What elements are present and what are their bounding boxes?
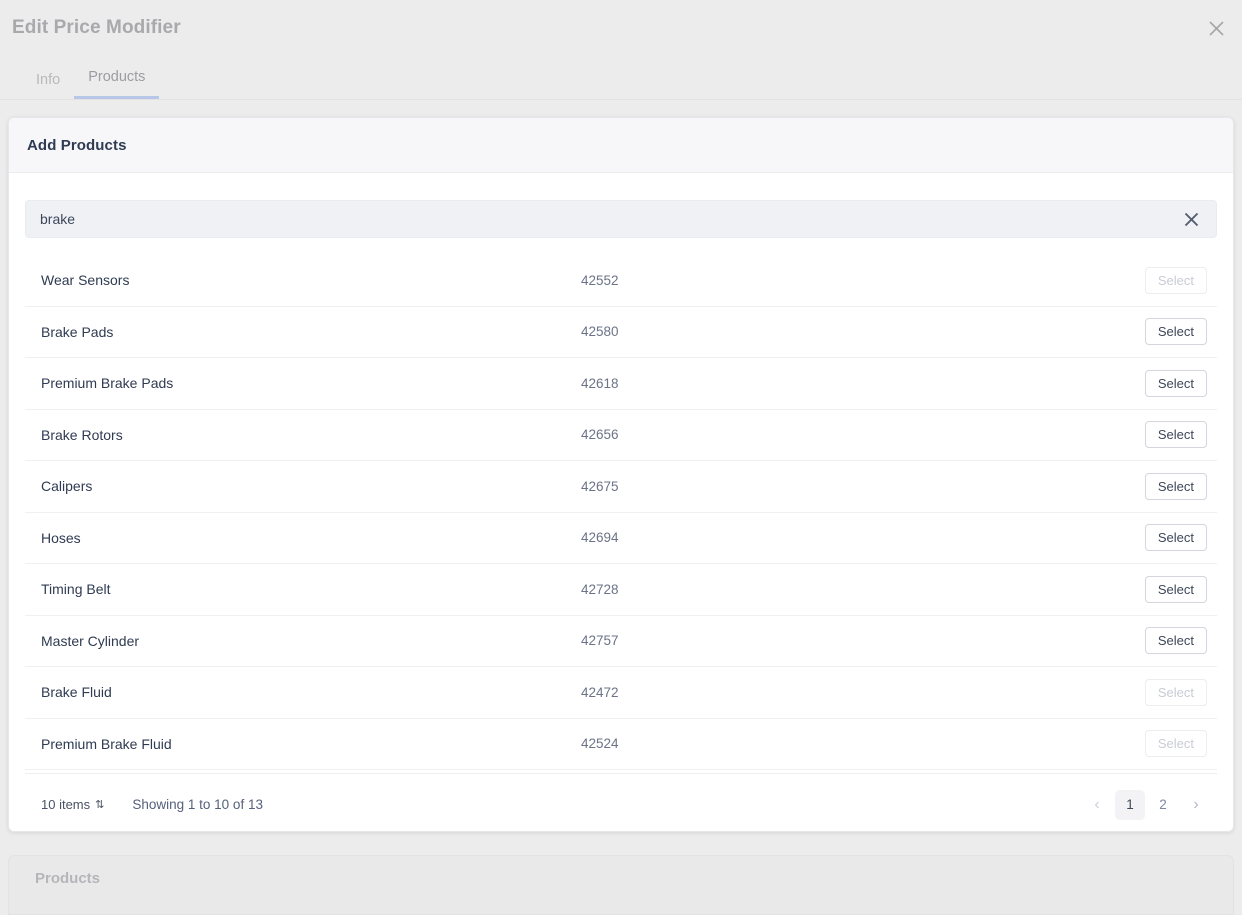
table-row: Premium Brake Fluid42524 Select — [25, 719, 1217, 771]
table-row: Timing Belt42728 Select — [25, 564, 1217, 616]
product-sku: 42552 — [581, 273, 821, 288]
product-action-cell: Select — [821, 730, 1217, 757]
modal-body: Wear Sensors42552 Select Brake Pads42580 Se… — [9, 200, 1233, 832]
products-panel: Products — [8, 855, 1234, 915]
product-sku: 42728 — [581, 582, 821, 597]
product-action-cell: Select — [821, 524, 1217, 551]
product-sku: 42618 — [581, 376, 821, 391]
product-name: Calipers — [25, 478, 581, 494]
product-name: Master Cylinder — [25, 633, 581, 649]
select-product-button: Select — [1145, 730, 1207, 757]
showing-range-text: Showing 1 to 10 of 13 — [132, 797, 263, 812]
pagination-page-1[interactable]: 1 — [1115, 790, 1145, 820]
add-products-modal: Add Products Wear Sensors42552SelectBrak… — [8, 117, 1234, 832]
tab-info[interactable]: Info — [22, 72, 74, 99]
clear-search-icon[interactable] — [1175, 200, 1207, 238]
product-action-cell: Select — [821, 421, 1217, 448]
product-name: Brake Fluid — [25, 684, 581, 700]
product-name: Timing Belt — [25, 581, 581, 597]
product-name: Premium Brake Pads — [25, 375, 581, 391]
search-field — [25, 200, 1217, 238]
product-action-cell: Select — [821, 267, 1217, 294]
select-product-button[interactable]: Select — [1145, 627, 1207, 654]
table-row: Brake Rotors42656 Select — [25, 410, 1217, 462]
table-row: Brake Pads42580 Select — [25, 307, 1217, 359]
product-action-cell: Select — [821, 576, 1217, 603]
product-name: Wear Sensors — [25, 272, 581, 288]
product-action-cell: Select — [821, 627, 1217, 654]
product-sku: 42580 — [581, 324, 821, 339]
table-row: Brake Fluid42472 Select — [25, 667, 1217, 719]
select-product-button: Select — [1145, 267, 1207, 294]
product-action-cell: Select — [821, 679, 1217, 706]
product-sku: 42472 — [581, 685, 821, 700]
search-input[interactable] — [25, 200, 1217, 238]
items-per-page-select[interactable]: 10 items ⇅ — [41, 797, 104, 812]
product-name: Premium Brake Fluid — [25, 736, 581, 752]
dialog-header: Edit Price Modifier — [0, 0, 1242, 56]
product-name: Hoses — [25, 530, 581, 546]
page-title: Edit Price Modifier — [12, 17, 181, 39]
select-product-button[interactable]: Select — [1145, 524, 1207, 551]
tab-products[interactable]: Products — [74, 69, 159, 99]
product-sku: 42656 — [581, 427, 821, 442]
product-list: Wear Sensors42552 Select Brake Pads42580 Se… — [25, 255, 1217, 770]
pagination-prev-icon[interactable]: ‹ — [1082, 790, 1112, 820]
table-row: Calipers42675 Select — [25, 461, 1217, 513]
product-sku: 42694 — [581, 530, 821, 545]
close-icon[interactable] — [1202, 14, 1230, 42]
product-sku: 42757 — [581, 633, 821, 648]
items-per-page-label: 10 items — [41, 797, 90, 812]
product-name: Brake Rotors — [25, 427, 581, 443]
select-product-button[interactable]: Select — [1145, 421, 1207, 448]
pagination-page-2[interactable]: 2 — [1148, 790, 1178, 820]
product-action-cell: Select — [821, 370, 1217, 397]
product-name: Brake Pads — [25, 324, 581, 340]
table-row: Master Cylinder42757 Select — [25, 616, 1217, 668]
product-sku: 42524 — [581, 736, 821, 751]
select-product-button: Select — [1145, 679, 1207, 706]
pagination: ‹ 1 2 › — [1082, 790, 1211, 820]
product-sku: 42675 — [581, 479, 821, 494]
modal-footer: 10 items ⇅ Showing 1 to 10 of 13 ‹ 1 2 › — [25, 773, 1217, 832]
product-action-cell: Select — [821, 473, 1217, 500]
products-panel-title: Products — [35, 870, 100, 887]
pagination-next-icon[interactable]: › — [1181, 790, 1211, 820]
select-product-button[interactable]: Select — [1145, 370, 1207, 397]
table-row: Hoses42694 Select — [25, 513, 1217, 565]
select-product-button[interactable]: Select — [1145, 576, 1207, 603]
tab-bar: Info Products — [0, 56, 1242, 100]
select-product-button[interactable]: Select — [1145, 318, 1207, 345]
table-row: Premium Brake Pads42618 Select — [25, 358, 1217, 410]
sort-arrows-icon: ⇅ — [95, 798, 104, 811]
table-row: Wear Sensors42552 Select — [25, 255, 1217, 307]
product-action-cell: Select — [821, 318, 1217, 345]
modal-title: Add Products — [27, 137, 127, 154]
modal-header: Add Products — [9, 118, 1233, 173]
select-product-button[interactable]: Select — [1145, 473, 1207, 500]
